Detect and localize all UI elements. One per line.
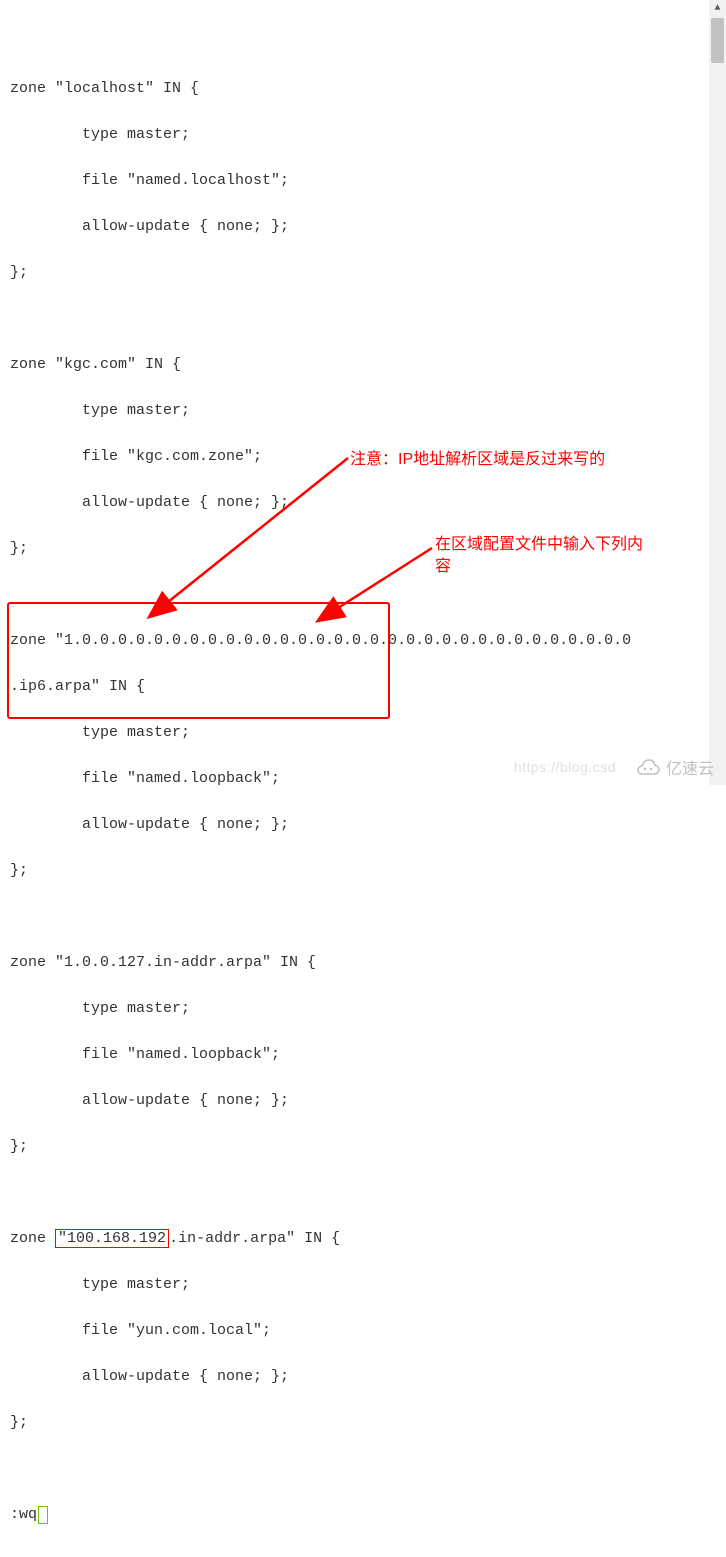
code-line: file "named.localhost"; (10, 169, 716, 192)
watermark-logo-text: 亿速云 (666, 755, 714, 779)
code-line: type master; (10, 123, 716, 146)
code-line: zone "kgc.com" IN { (10, 353, 716, 376)
code-line: zone "1.0.0.127.in-addr.arpa" IN { (10, 951, 716, 974)
annotation-zone-config: 在区域配置文件中输入下列内 容 (435, 534, 695, 578)
code-line: allow-update { none; }; (10, 215, 716, 238)
code-line: type master; (10, 997, 716, 1020)
code-line (10, 307, 716, 330)
command-line: :wq (10, 1503, 716, 1526)
zone-prefix: zone (10, 1230, 55, 1247)
code-line: allow-update { none; }; (10, 1365, 716, 1388)
code-line (10, 905, 716, 928)
annotation-line1: 在区域配置文件中输入下列内 (435, 536, 643, 553)
code-line (10, 1457, 716, 1480)
cloud-icon (634, 756, 662, 778)
code-line (10, 31, 716, 54)
code-line (10, 1181, 716, 1204)
code-line: allow-update { none; }; (10, 813, 716, 836)
scrollbar-thumb[interactable] (711, 18, 724, 63)
code-line: }; (10, 1135, 716, 1158)
code-line: zone "100.168.192.in-addr.arpa" IN { (10, 1227, 716, 1250)
code-line: file "yun.com.local"; (10, 1319, 716, 1342)
code-line: type master; (10, 399, 716, 422)
code-line: .ip6.arpa" IN { (10, 675, 716, 698)
watermark-url: https://blog.csd (514, 759, 616, 775)
quote: " (58, 1230, 67, 1247)
annotation-reverse-ip: 注意：IP地址解析区域是反过来写的 (350, 449, 605, 471)
annotation-line2: 容 (435, 558, 451, 575)
scrollbar[interactable]: ▲ (709, 0, 726, 785)
reverse-ip-highlight: "100.168.192 (55, 1229, 169, 1248)
code-line: }; (10, 859, 716, 882)
reverse-ip-text: 100.168.192 (67, 1230, 166, 1247)
code-line: type master; (10, 721, 716, 744)
code-line: allow-update { none; }; (10, 491, 716, 514)
wq-command: :wq (10, 1503, 37, 1526)
code-line: allow-update { none; }; (10, 1089, 716, 1112)
code-area: zone "localhost" IN { type master; file … (0, 0, 726, 1557)
code-line: type master; (10, 1273, 716, 1296)
code-line: }; (10, 261, 716, 284)
code-line: file "named.loopback"; (10, 1043, 716, 1066)
cursor-icon (38, 1506, 48, 1524)
zone-suffix: .in-addr.arpa" IN { (169, 1230, 340, 1247)
scroll-up-icon[interactable]: ▲ (709, 0, 726, 17)
code-line (10, 583, 716, 606)
watermark-logo: 亿速云 (634, 755, 714, 779)
code-line: }; (10, 1411, 716, 1434)
code-line: zone "1.0.0.0.0.0.0.0.0.0.0.0.0.0.0.0.0.… (10, 629, 716, 652)
code-line: zone "localhost" IN { (10, 77, 716, 100)
